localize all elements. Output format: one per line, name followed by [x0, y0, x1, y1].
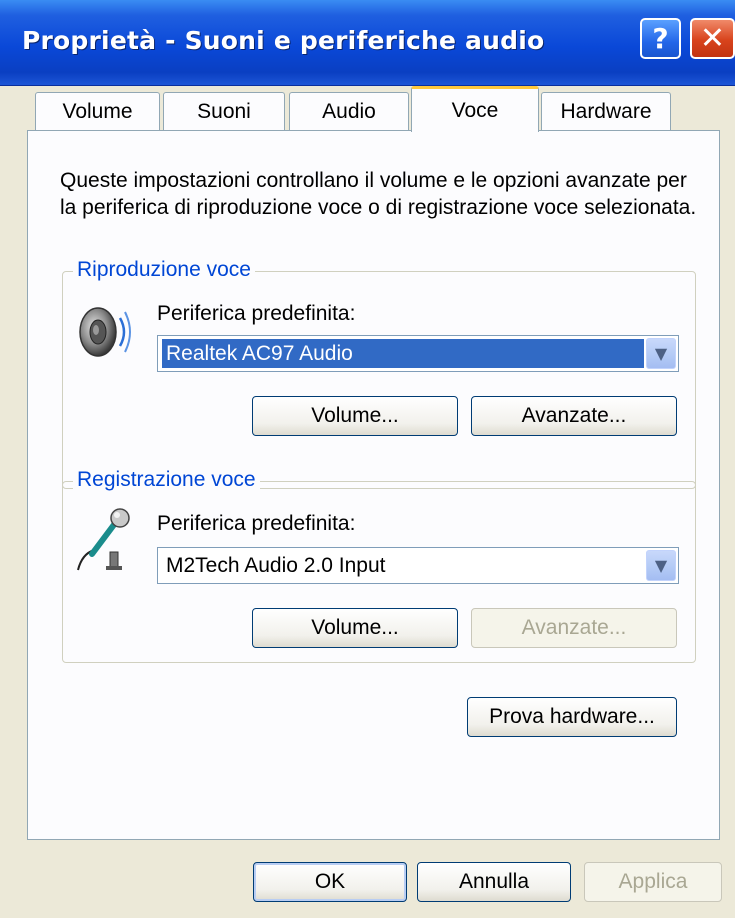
playback-advanced-button[interactable]: Avanzate... — [471, 396, 677, 436]
window-title: Proprietà - Suoni e periferiche audio — [22, 26, 545, 55]
recording-advanced-button: Avanzate... — [471, 608, 677, 648]
recording-device-select[interactable]: M2Tech Audio 2.0 Input ▼ — [157, 547, 679, 584]
help-icon: ? — [652, 22, 669, 55]
tab-volume[interactable]: Volume — [35, 92, 160, 130]
recording-device-value: M2Tech Audio 2.0 Input — [166, 554, 386, 577]
title-bar[interactable]: Proprietà - Suoni e periferiche audio ? … — [0, 0, 735, 86]
microphone-icon — [77, 508, 130, 571]
apply-button: Applica — [584, 862, 722, 902]
playback-volume-button[interactable]: Volume... — [252, 396, 458, 436]
tab-voce[interactable]: Voce — [411, 86, 539, 132]
test-hardware-button[interactable]: Prova hardware... — [467, 697, 677, 737]
help-button[interactable]: ? — [640, 18, 681, 59]
recording-volume-button[interactable]: Volume... — [252, 608, 458, 648]
description-line: la periferica di riproduzione voce o di … — [60, 196, 697, 219]
cancel-button[interactable]: Annulla — [417, 862, 571, 902]
playback-device-select[interactable]: Realtek AC97 Audio ▼ — [157, 335, 679, 372]
tab-hardware[interactable]: Hardware — [541, 92, 671, 130]
chevron-down-icon[interactable]: ▼ — [646, 550, 676, 581]
dialog-window: Proprietà - Suoni e periferiche audio ? … — [0, 0, 735, 918]
recording-device-label: Periferica predefinita: — [157, 512, 356, 535]
chevron-down-icon[interactable]: ▼ — [646, 338, 676, 369]
close-icon: ✕ — [699, 21, 726, 56]
speaker-icon — [79, 307, 131, 357]
close-button[interactable]: ✕ — [690, 18, 735, 59]
tab-audio[interactable]: Audio — [289, 92, 409, 130]
playback-device-label: Periferica predefinita: — [157, 302, 356, 325]
description-line: Queste impostazioni controllano il volum… — [60, 169, 687, 192]
recording-group-label: Registrazione voce — [73, 468, 260, 492]
playback-group-label: Riproduzione voce — [73, 258, 255, 282]
tab-suoni[interactable]: Suoni — [163, 92, 285, 130]
playback-device-value: Realtek AC97 Audio — [162, 339, 644, 368]
description-text: Queste impostazioni controllano il volum… — [60, 167, 710, 221]
ok-button[interactable]: OK — [253, 862, 407, 902]
